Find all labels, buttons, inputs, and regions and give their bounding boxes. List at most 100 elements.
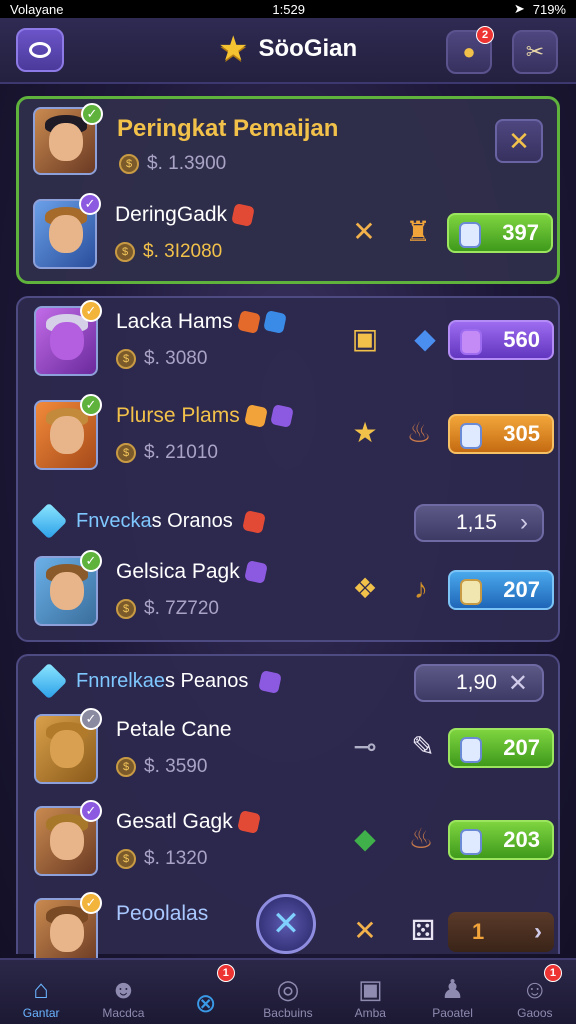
gem-icon [242,509,267,534]
potion-icon [460,423,482,449]
location-icon: ➤ [513,1,525,16]
gem-icon [231,203,255,228]
section-title: Fnnrelkaes Peanos [76,669,282,694]
close-icon: ✕ [508,125,530,156]
tools-icon: ✂ [525,39,545,64]
player-name: Peoolalas [116,902,209,925]
close-circle-icon: ⊗ [194,988,217,1018]
nav-badge: 1 [543,964,562,982]
coin-icon: $ [116,757,136,777]
list-item[interactable]: ✓ Gesatl Gagk $ $. 1320 ◆ ♨ 203 [30,800,554,886]
player-name: DeringGadk [115,203,255,228]
diamond-icon [30,502,68,540]
nav-item-close[interactable]: ⊗ 1 [165,960,247,1024]
nav-item-profile[interactable]: ☺ 1 Gaoos [494,960,576,1024]
list-item[interactable]: ✓ Lacka Hams $ $. 3080 ▣ ◆ 560 [30,300,554,386]
coin-icon: $ [116,443,136,463]
list-item[interactable]: ✓ Plurse Plams $ $. 21010 ★ ♨ 305 [30,394,554,480]
gem-icon [236,310,261,335]
notification-badge: 2 [476,26,494,44]
radar-icon: ◎ [276,974,300,1004]
featured-panel: ✓ Peringkat Pemaijan $ $. 1.3900 ✕ ✓ Der… [16,96,560,284]
value-pill[interactable]: 207 [448,570,554,610]
nav-item-radar[interactable]: ◎ Bacbuins [247,960,329,1024]
bag-icon[interactable]: ♜ [401,215,435,249]
nav-item-home[interactable]: ⌂ Gantar [0,960,82,1024]
list-item[interactable]: ✓ DeringGadk $ $. 3I2080 ✕ ♜ 397 [29,193,553,279]
section-header[interactable]: Fnveckas Oranos 1,15 › [30,502,550,546]
battery-level: 719% [532,1,566,17]
section-pill[interactable]: 1,15 › [414,504,544,542]
star-icon[interactable]: ★ [348,416,382,450]
menu-button[interactable] [16,28,64,72]
check-icon: ✓ [80,394,102,416]
coins-button[interactable]: ● 2 [446,26,494,74]
player-name: Lacka Hams [116,310,287,335]
coin-icon: $ [119,154,139,174]
person-icon: ♟ [440,974,465,1004]
carrier-label: Volayane [10,1,64,17]
player-name: Petale Cane [116,718,232,741]
dice-icon[interactable]: ⚄ [406,914,440,948]
close-icon: ✕ [271,905,301,943]
value-pill[interactable]: 560 [448,320,554,360]
player-score: $ $. 1320 [116,848,207,870]
gem-icon [243,560,268,585]
value-pill[interactable]: 207 [448,728,554,768]
player-score: $ $. 3590 [116,756,207,778]
floating-close-button[interactable]: ✕ [256,894,316,954]
horn-icon[interactable]: ♪ [404,572,438,606]
player-score: $ $. 7Z720 [116,598,219,620]
list-item[interactable]: ✓ Gelsica Pagk $ $. 7Z720 ❖ ♪ 207 [30,550,554,636]
section-title: Fnveckas Oranos [76,509,267,534]
player-name: Gesatl Gagk [116,810,261,835]
gem-icon [236,810,261,835]
check-icon: ✓ [80,708,102,730]
value-pill[interactable]: 397 [447,213,553,253]
value-pill[interactable]: 203 [448,820,554,860]
check-icon: ✓ [80,550,102,572]
panel-title: Peringkat Pemaijan [117,115,339,142]
bone-icon[interactable]: ⊸ [348,730,382,764]
app-title: SöoGian [258,35,358,62]
coin-icon: $ [116,599,136,619]
torch-icon[interactable]: ♨ [404,822,438,856]
close-icon: ✕ [507,669,528,697]
sword-icon[interactable]: ✕ [347,215,381,249]
chest-icon[interactable]: ▣ [348,322,382,356]
top-bar: ★ SöoGian ● 2 ✂ [0,18,576,84]
status-bar: Volayane 1:529 ➤ 719% [0,0,576,18]
emerald-icon[interactable]: ◆ [348,822,382,856]
potion-icon [460,329,482,355]
gem-icon [269,404,294,429]
nav-item-person[interactable]: ♟ Paoatel [411,960,493,1024]
coin-icon: $ [116,849,136,869]
coin-icon: $ [116,349,136,369]
potion-icon [460,579,482,605]
profile-icon: ☺ [521,974,549,1004]
scroll-icon[interactable]: ✎ [406,730,440,764]
cube-icon[interactable]: ◆ [408,322,442,356]
leaf-icon[interactable]: ❖ [348,572,382,606]
title-group: ★ SöoGian [218,32,357,66]
check-icon: ✓ [80,800,102,822]
section-pill[interactable]: 1,90 ✕ [414,664,544,702]
tools-button[interactable]: ✂ [512,30,558,74]
value-pill[interactable]: 305 [448,414,554,454]
check-icon: ✓ [79,193,101,215]
list-item[interactable]: ✓ Petale Cane $ $. 3590 ⊸ ✎ 207 [30,708,554,794]
value-pill[interactable]: 1 › [448,912,554,952]
section-header[interactable]: Fnnrelkaes Peanos 1,90 ✕ [30,662,550,706]
close-button[interactable]: ✕ [495,119,543,163]
home-icon: ⌂ [33,974,49,1004]
bottom-nav: ⌂ Gantar ☻ Macdca ⊗ 1 ◎ Bacbuins ▣ Amba … [0,958,576,1024]
clock: 1:529 [272,1,305,17]
check-icon: ✓ [80,892,102,914]
player-score: $ $. 3080 [116,348,207,370]
nav-item-mask[interactable]: ☻ Macdca [82,960,164,1024]
sword-icon[interactable]: ✕ [348,914,382,948]
gem-icon [262,310,287,335]
torch-icon[interactable]: ♨ [402,416,436,450]
nav-item-camera[interactable]: ▣ Amba [329,960,411,1024]
check-icon: ✓ [80,300,102,322]
